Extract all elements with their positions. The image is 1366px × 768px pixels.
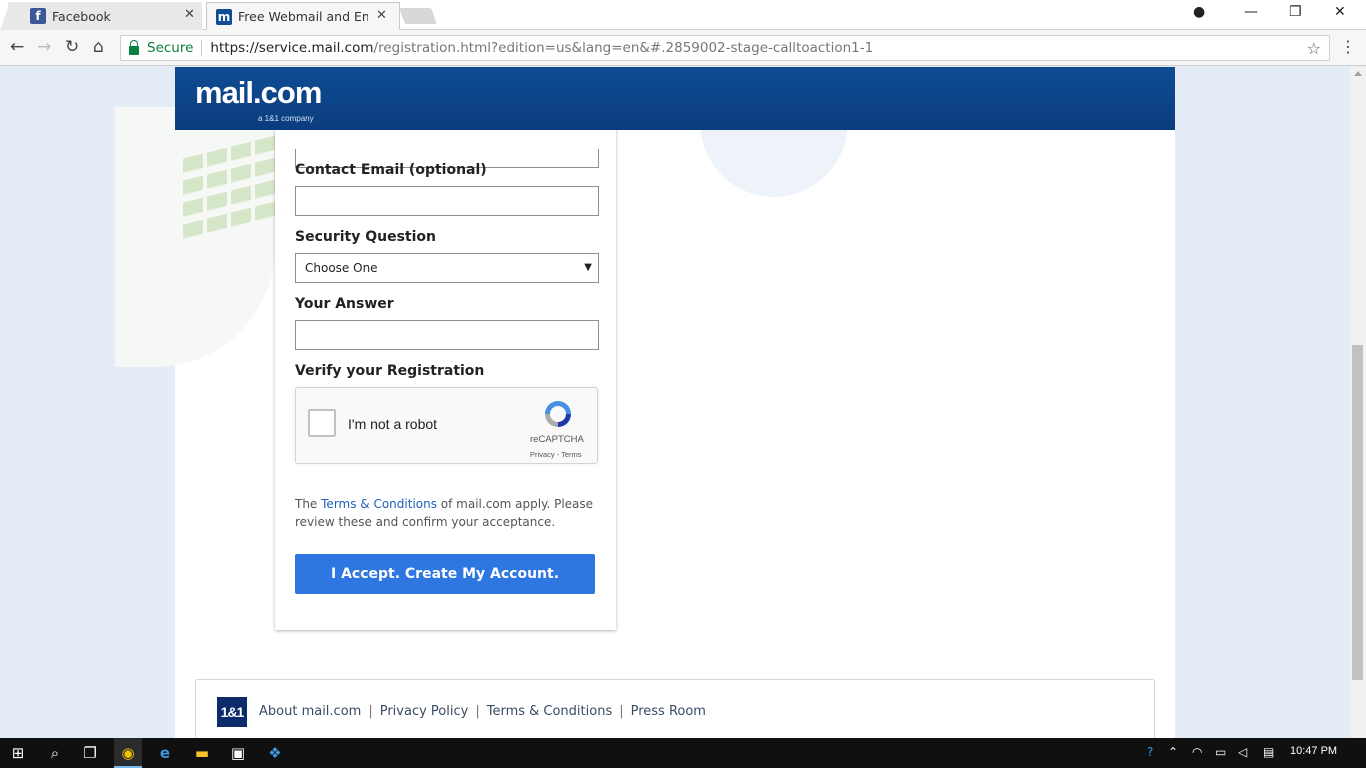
close-window-icon[interactable]: ✕: [1334, 4, 1346, 20]
your-answer-label: Your Answer: [295, 296, 394, 312]
browser-toolbar: ← → ↻ ⌂ Secure https://service.mail.com …: [0, 30, 1366, 66]
tab-title: Free Webmail and Email: [238, 9, 368, 24]
address-bar[interactable]: Secure https://service.mail.com /registr…: [120, 35, 1330, 61]
tab-title: Facebook: [52, 8, 111, 24]
footer-links: About mail.com | Privacy Policy | Terms …: [259, 704, 706, 719]
windows-taskbar: ⊞ ⌕ ❐ ◉ e ▬ ▣ ❖ ? ⌃ ◠ ▭ ◁ ▤ 10:47 PM: [0, 738, 1366, 768]
file-explorer-icon[interactable]: ▬: [192, 743, 212, 763]
scroll-up-arrow-icon[interactable]: [1354, 71, 1362, 76]
dropbox-icon[interactable]: ❖: [265, 743, 285, 763]
minimize-icon[interactable]: —: [1244, 4, 1258, 20]
dropdown-arrow-icon: ▼: [584, 262, 592, 273]
back-icon[interactable]: ←: [10, 37, 24, 57]
forward-icon[interactable]: →: [37, 37, 51, 57]
task-view-icon[interactable]: ❐: [80, 743, 100, 763]
volume-icon[interactable]: ◁: [1238, 745, 1247, 759]
reload-icon[interactable]: ↻: [65, 37, 79, 57]
new-tab-button[interactable]: [399, 8, 437, 24]
battery-icon[interactable]: ▭: [1215, 745, 1226, 759]
terms-notice: The Terms & Conditions of mail.com apply…: [295, 497, 594, 529]
search-icon[interactable]: ⌕: [45, 743, 65, 763]
accept-create-account-button[interactable]: I Accept. Create My Account.: [295, 554, 595, 594]
security-question-select[interactable]: Choose One ▼: [295, 253, 599, 283]
url-path: /registration.html?edition=us&lang=en&#.…: [373, 40, 874, 56]
windows-start-icon[interactable]: ⊞: [8, 743, 28, 763]
close-icon[interactable]: ✕: [184, 7, 195, 22]
your-answer-field[interactable]: [295, 320, 599, 350]
facebook-icon: f: [30, 8, 46, 24]
footer: 1&1 About mail.com | Privacy Policy | Te…: [195, 679, 1155, 738]
browser-tab-strip: f Facebook ✕ m Free Webmail and Email ✕ …: [0, 0, 1366, 30]
taskbar-clock[interactable]: 10:47 PM: [1290, 745, 1337, 757]
registration-form-card: Contact Email (optional) Security Questi…: [275, 107, 616, 630]
security-question-label: Security Question: [295, 229, 437, 245]
restore-icon[interactable]: ❐: [1289, 4, 1302, 20]
footer-link-privacy[interactable]: Privacy Policy: [380, 704, 469, 719]
profile-icon[interactable]: ●: [1193, 4, 1205, 20]
edge-icon[interactable]: e: [155, 743, 175, 763]
footer-link-terms[interactable]: Terms & Conditions: [487, 704, 613, 719]
scroll-thumb[interactable]: [1352, 345, 1363, 680]
store-icon[interactable]: ▣: [228, 743, 248, 763]
recaptcha-brand: reCAPTCHA: [530, 434, 584, 445]
footer-link-press[interactable]: Press Room: [631, 704, 706, 719]
wifi-icon[interactable]: ◠: [1192, 745, 1202, 759]
notifications-icon[interactable]: ▤: [1263, 745, 1274, 759]
site-header: mail.com a 1&1 company: [175, 67, 1175, 130]
tab-mailcom[interactable]: m Free Webmail and Email ✕: [206, 2, 400, 30]
recaptcha-widget: I'm not a robot reCAPTCHA Privacy - Term…: [295, 387, 598, 464]
chrome-icon[interactable]: ◉: [118, 743, 138, 763]
page-scrollbar[interactable]: [1350, 67, 1366, 738]
recaptcha-checkbox[interactable]: [308, 409, 336, 437]
footer-link-about[interactable]: About mail.com: [259, 704, 361, 719]
recaptcha-label: I'm not a robot: [348, 416, 438, 432]
bookmark-star-icon[interactable]: ☆: [1307, 39, 1321, 58]
url-host: https://service.mail.com: [210, 40, 374, 56]
terms-conditions-link[interactable]: Terms & Conditions: [321, 497, 437, 511]
logo-tagline: a 1&1 company: [258, 114, 314, 123]
mailcom-logo[interactable]: mail.com a 1&1 company: [195, 75, 322, 123]
menu-icon[interactable]: ⋮: [1340, 37, 1356, 56]
verify-registration-label: Verify your Registration: [295, 363, 485, 379]
recaptcha-logo-icon: [545, 401, 571, 427]
lock-icon: [129, 39, 139, 55]
recaptcha-privacy-terms[interactable]: Privacy - Terms: [530, 450, 582, 459]
page-viewport: Contact Email (optional) Security Questi…: [0, 67, 1350, 738]
1and1-logo[interactable]: 1&1: [217, 697, 247, 727]
close-icon[interactable]: ✕: [376, 8, 387, 23]
tab-facebook[interactable]: f Facebook ✕: [0, 2, 202, 30]
chevron-up-icon[interactable]: ⌃: [1168, 745, 1178, 759]
page-content: Contact Email (optional) Security Questi…: [115, 67, 1175, 738]
help-icon[interactable]: ?: [1147, 745, 1153, 759]
mailcom-icon: m: [216, 8, 232, 25]
home-icon[interactable]: ⌂: [93, 37, 104, 57]
contact-email-field[interactable]: [295, 186, 599, 216]
contact-email-label: Contact Email (optional): [295, 162, 487, 178]
secure-label: Secure: [147, 40, 194, 56]
security-question-value: Choose One: [305, 261, 378, 275]
